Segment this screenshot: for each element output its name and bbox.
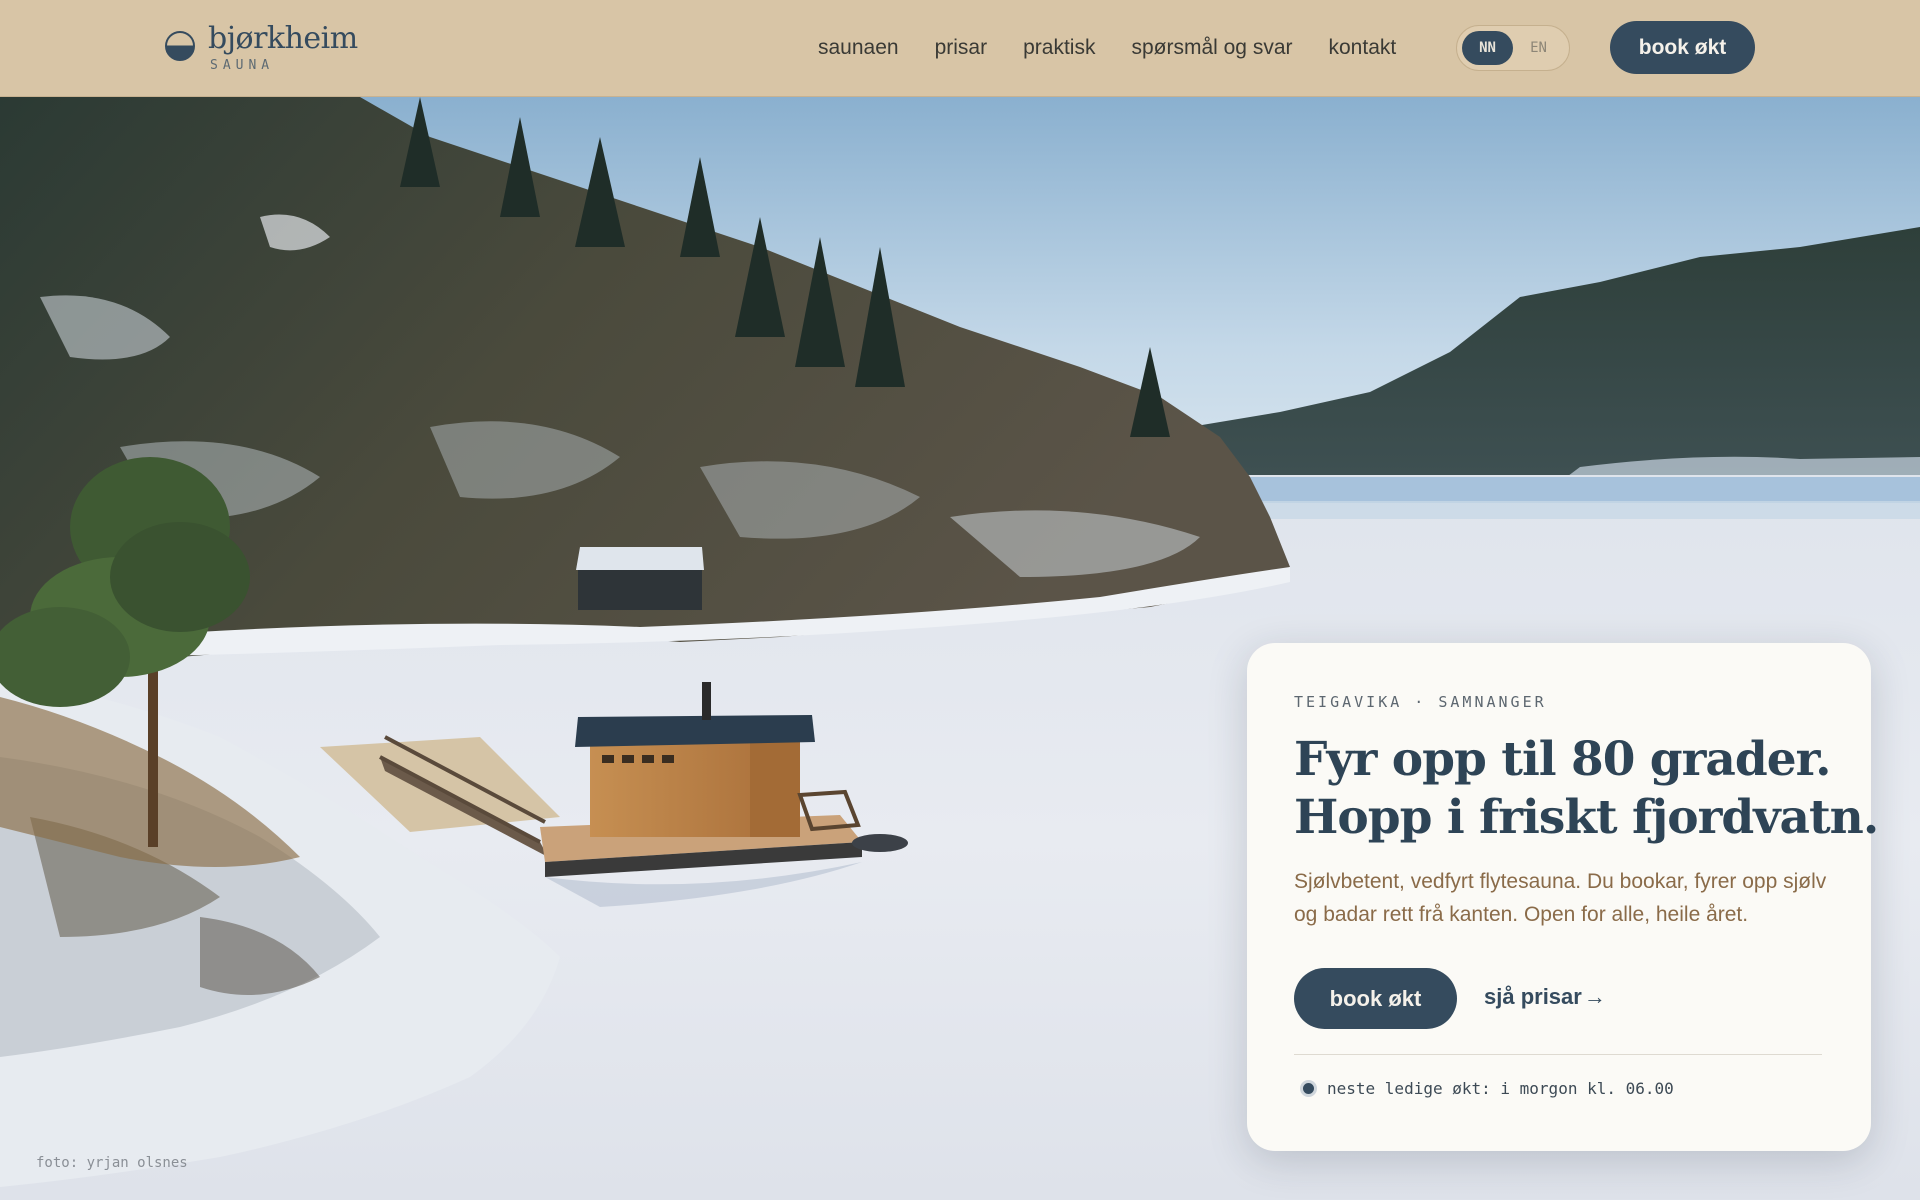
header-book-button[interactable]: book økt (1610, 21, 1755, 74)
next-session-status: neste ledige økt: i morgon kl. 06.00 (1300, 1079, 1674, 1098)
card-divider (1294, 1054, 1822, 1055)
language-toggle: NN EN (1456, 25, 1570, 71)
brand-name: bjørkheim (208, 21, 358, 56)
nav-item-praktisk[interactable]: praktisk (1023, 33, 1095, 63)
location-eyebrow: TEIGAVIKA · SAMNANGER (1294, 693, 1547, 711)
next-session-text: neste ledige økt: i morgon kl. 06.00 (1327, 1079, 1674, 1098)
nav-item-faq[interactable]: spørsmål og svar (1131, 33, 1292, 63)
see-prices-link[interactable]: sjå prisar → (1484, 984, 1606, 1010)
hero-card: TEIGAVIKA · SAMNANGER Fyr opp til 80 gra… (1247, 643, 1879, 1151)
hero-description: Sjølvbetent, vedfyrt flytesauna. Du book… (1294, 870, 1827, 926)
card-book-button[interactable]: book økt (1294, 968, 1457, 1029)
language-option-nn[interactable]: NN (1462, 31, 1513, 65)
see-prices-label: sjå prisar (1484, 984, 1582, 1009)
logo-text: bjørkheim SAUNA (208, 21, 358, 74)
logo[interactable]: bjørkheim SAUNA (165, 22, 358, 73)
nav-item-saunaen[interactable]: saunaen (818, 33, 899, 63)
arrow-right-icon: → (1583, 984, 1606, 1009)
headline-line-1: Fyr opp til 80 grader. (1294, 732, 1831, 787)
main-nav: saunaen prisar praktisk spørsmål og svar… (818, 33, 1396, 63)
status-dot-icon (1300, 1080, 1317, 1097)
site-header: bjørkheim SAUNA saunaen prisar praktisk … (0, 0, 1920, 97)
brand-subtitle: SAUNA (210, 58, 275, 73)
nav-item-prisar[interactable]: prisar (935, 33, 988, 63)
photo-credit: foto: yrjan olsnes (36, 1155, 188, 1171)
half-filled-circle-icon (165, 31, 195, 61)
language-option-en[interactable]: EN (1513, 31, 1564, 65)
hero-headline: Fyr opp til 80 grader. Hopp i friskt fjo… (1294, 731, 1879, 847)
nav-item-kontakt[interactable]: kontakt (1329, 33, 1397, 63)
headline-line-2: Hopp i friskt fjordvatn. (1294, 790, 1879, 845)
